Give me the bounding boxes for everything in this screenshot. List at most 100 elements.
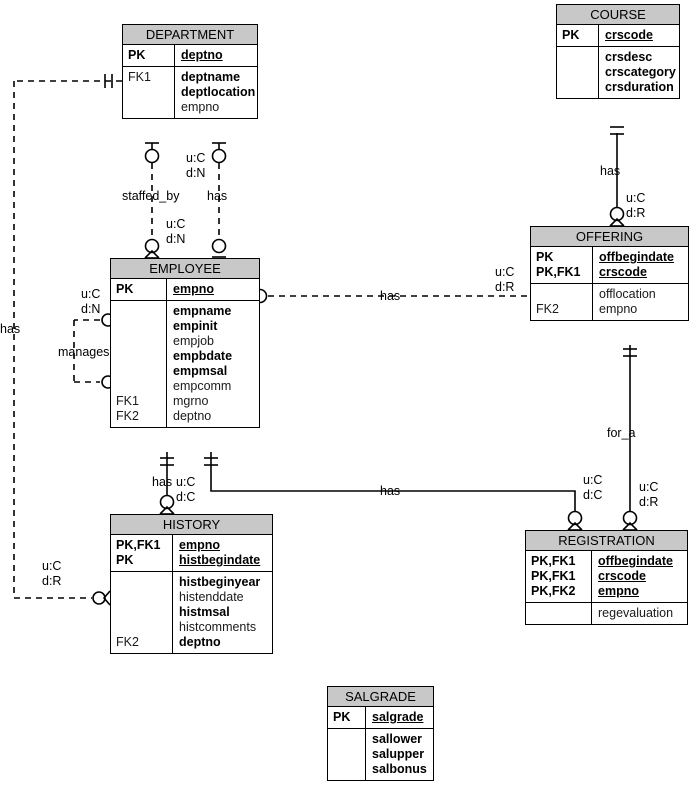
key-flag: PK: [128, 48, 146, 62]
entity-title: OFFERING: [531, 227, 688, 247]
marker-history-many: [92, 590, 111, 606]
entity-history[interactable]: HISTORY PK,FK1 PK empno histbegindate . …: [110, 514, 273, 654]
entity-key-section: PK empno: [111, 279, 259, 301]
key-flag: PK,FK2: [531, 584, 576, 598]
key-flag: FK2: [116, 635, 139, 649]
key-column: PK: [111, 279, 167, 300]
marker-coursehasoff-one: [610, 126, 624, 135]
relationship-label-emp-has-offering: has: [380, 289, 401, 303]
marker-staffedby-dept-zero-one: [144, 142, 160, 164]
entity-department[interactable]: DEPARTMENT PK deptno FK1 deptname deptlo…: [122, 24, 258, 119]
entity-attr-section: . FK2 offlocation empno: [531, 284, 688, 320]
key-column: PK,FK1 PK,FK1 PK,FK2: [526, 551, 592, 602]
key-column: .: [328, 729, 366, 780]
attribute-name: empcomm: [173, 379, 232, 393]
entity-attr-section: . crsdesc crscategory crsduration: [557, 47, 679, 98]
entity-key-section: PK,FK1 PK,FK1 PK,FK2 offbegindate crscod…: [526, 551, 687, 603]
attribute-name: salbonus: [372, 762, 427, 776]
key-column: . . . . . . FK1 FK2: [111, 301, 167, 427]
rule-dept-has-d: d:N: [186, 166, 206, 180]
entity-attr-section: . . . . FK2 histbeginyear histenddate hi…: [111, 572, 272, 653]
rule-emp-has-registration-d: d:C: [583, 488, 603, 502]
rule-staffed-by-u: u:C: [166, 217, 186, 231]
attribute-name: empmsal: [173, 364, 228, 378]
relationship-label-emp-has-history: has: [152, 475, 173, 489]
key-flag: PK: [536, 250, 554, 264]
entity-registration[interactable]: REGISTRATION PK,FK1 PK,FK1 PK,FK2 offbeg…: [525, 530, 688, 625]
entity-key-section: PK crscode: [557, 25, 679, 47]
entity-title: SALGRADE: [328, 687, 433, 707]
relationship-label-dept-has: has: [207, 189, 228, 203]
er-diagram-canvas: DEPARTMENT PK deptno FK1 deptname deptlo…: [0, 0, 690, 803]
rule-emp-has-offering-u: u:C: [495, 265, 515, 279]
attribute-name: crscode: [605, 28, 653, 42]
attribute-column: empno histbegindate: [173, 535, 272, 571]
attribute-name: crscategory: [605, 65, 676, 79]
attribute-column: histbeginyear histenddate histmsal histc…: [173, 572, 272, 653]
relationship-label-dept-has-history: has: [0, 322, 21, 336]
entity-attr-section: . sallower salupper salbonus: [328, 729, 433, 780]
attribute-name: crsduration: [605, 80, 674, 94]
key-flag: FK2: [536, 302, 559, 316]
key-flag: PK,FK1: [536, 265, 581, 279]
attribute-name: sallower: [372, 732, 423, 746]
attribute-name: crscode: [598, 569, 646, 583]
entity-title: DEPARTMENT: [123, 25, 257, 45]
attribute-name: empno: [599, 302, 638, 316]
attribute-name: empinit: [173, 319, 218, 333]
marker-staffedby-emp-many: [144, 238, 160, 259]
entity-attr-section: . . . . . . FK1 FK2 empname empinit empj…: [111, 301, 259, 427]
attribute-name: salupper: [372, 747, 425, 761]
attribute-name: deptno: [179, 635, 221, 649]
marker-fora-many: [622, 510, 638, 531]
relationship-label-for-a: for_a: [607, 426, 636, 440]
marker-depthas-dept-zero-one: [211, 142, 227, 164]
key-flag: PK: [333, 710, 351, 724]
rule-course-has-offering-d: d:R: [626, 206, 646, 220]
line-dept-has-employee-left: [13, 80, 122, 598]
attribute-column: crsdesc crscategory crsduration: [599, 47, 679, 98]
key-column: PK: [328, 707, 366, 728]
attribute-name: crsdesc: [605, 50, 653, 64]
entity-title: EMPLOYEE: [111, 259, 259, 279]
entity-employee[interactable]: EMPLOYEE PK empno . . . . . . FK1 FK2 em…: [110, 258, 260, 428]
rule-for-a-d: d:R: [639, 495, 659, 509]
attribute-name: salgrade: [372, 710, 424, 724]
key-column: . . . . FK2: [111, 572, 173, 653]
entity-title: HISTORY: [111, 515, 272, 535]
key-column: PK PK,FK1: [531, 247, 593, 283]
attribute-name: empname: [173, 304, 232, 318]
key-column: FK1: [123, 67, 175, 118]
attribute-name: offbegindate: [599, 250, 674, 264]
entity-offering[interactable]: OFFERING PK PK,FK1 offbegindate crscode …: [530, 226, 689, 321]
entity-course[interactable]: COURSE PK crscode . crsdesc crscategory …: [556, 4, 680, 99]
attribute-name: deptlocation: [181, 85, 256, 99]
entity-key-section: PK deptno: [123, 45, 257, 67]
attribute-column: offlocation empno: [593, 284, 688, 320]
attribute-name: histenddate: [179, 590, 244, 604]
attribute-name: empno: [598, 584, 639, 598]
key-column: PK,FK1 PK: [111, 535, 173, 571]
attribute-name: empno: [179, 538, 220, 552]
entity-attr-section: FK1 deptname deptlocation empno: [123, 67, 257, 118]
relationship-label-staffed-by: staffed_by: [122, 189, 180, 203]
entity-salgrade[interactable]: SALGRADE PK salgrade . sallower salupper…: [327, 686, 434, 781]
rule-emp-has-history-u: u:C: [176, 475, 196, 489]
relationship-label-emp-has-registration: has: [380, 484, 401, 498]
attribute-name: empno: [173, 282, 214, 296]
key-flag: PK,FK1: [116, 538, 161, 552]
entity-title: COURSE: [557, 5, 679, 25]
key-column: PK: [557, 25, 599, 46]
key-flag: PK: [562, 28, 580, 42]
attribute-name: histbeginyear: [179, 575, 261, 589]
entity-attr-section: . regevaluation: [526, 603, 687, 624]
rule-dept-has-u: u:C: [186, 151, 206, 165]
relationship-label-manages: manages: [58, 345, 110, 359]
rule-dept-has-history-d: d:R: [42, 574, 62, 588]
attribute-column: crscode: [599, 25, 679, 46]
rule-manages-d: d:N: [81, 302, 101, 316]
rule-emp-has-registration-u: u:C: [583, 473, 603, 487]
attribute-column: deptno: [175, 45, 257, 66]
attribute-column: empno: [167, 279, 259, 300]
key-column: .: [557, 47, 599, 98]
